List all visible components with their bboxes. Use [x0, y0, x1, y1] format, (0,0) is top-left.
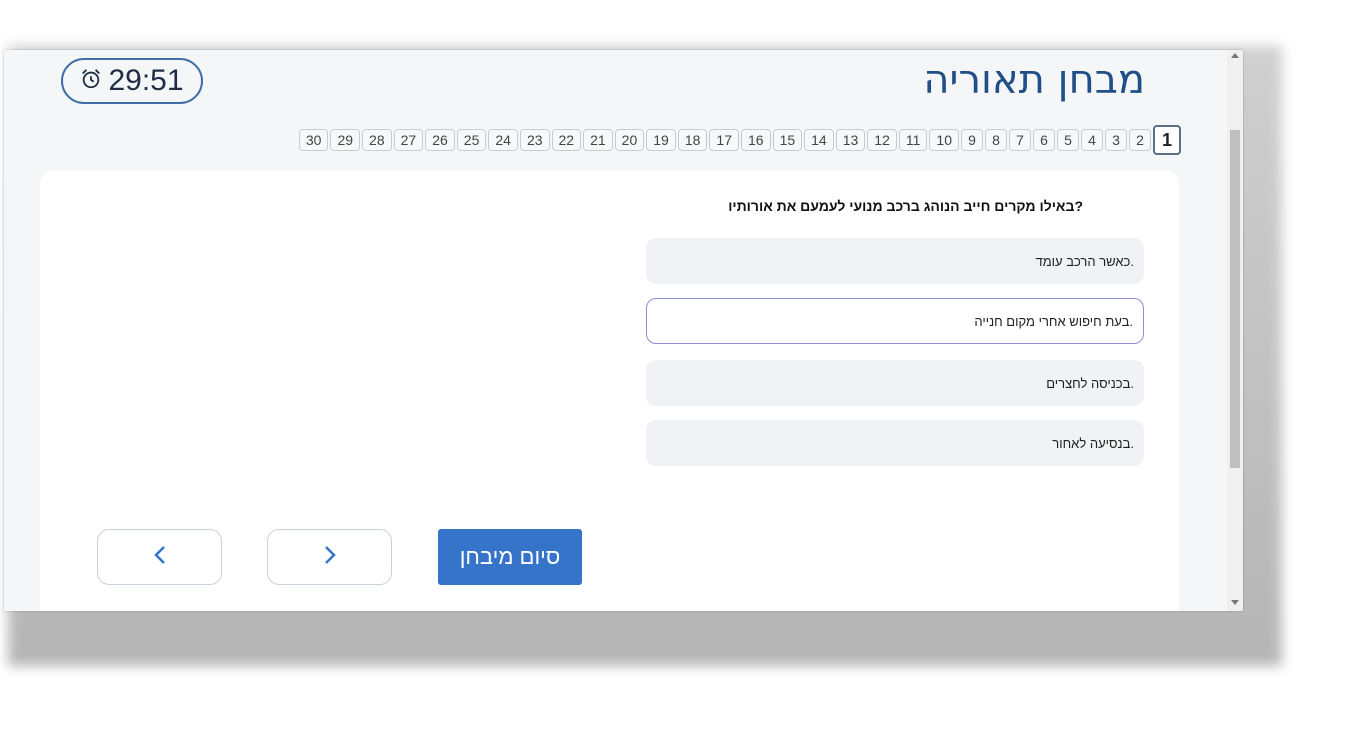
question-number-button[interactable]: 7: [1009, 129, 1031, 151]
vertical-scrollbar[interactable]: [1227, 50, 1243, 611]
question-number-button[interactable]: 13: [835, 129, 866, 151]
question-navigator: 1 2 3 4 5 6 7 8 9 10 11 12 13 14 15 16 17 18 19 20 21 22 23 24 2…: [28, 125, 1181, 155]
question-number-button[interactable]: 10: [929, 129, 959, 151]
answer-label: .כאשר הרכב עומד: [1035, 253, 1134, 269]
question-number-button[interactable]: 16: [740, 129, 771, 151]
chevron-left-icon: [153, 545, 167, 570]
question-number-button[interactable]: 19: [646, 129, 676, 151]
question-number-button[interactable]: 3: [1105, 129, 1127, 151]
question-number-button[interactable]: 25: [456, 129, 487, 151]
question-number-button[interactable]: 5: [1057, 129, 1079, 151]
answer-option-2[interactable]: .בעת חיפוש אחרי מקום חנייה: [646, 298, 1144, 344]
timer: 29:51: [61, 58, 203, 104]
question-number-button[interactable]: 17: [709, 129, 739, 151]
answer-option-1[interactable]: .כאשר הרכב עומד: [646, 238, 1144, 284]
scroll-thumb[interactable]: [1230, 130, 1240, 468]
finish-exam-button[interactable]: סיום מיבחן: [438, 529, 582, 585]
answer-label: .בעת חיפוש אחרי מקום חנייה: [974, 313, 1133, 329]
page-title: מבחן תאוריה: [923, 57, 1145, 103]
question-number-button[interactable]: 4: [1081, 129, 1103, 151]
timer-value: 29:51: [108, 64, 184, 97]
question-number-button[interactable]: 27: [393, 129, 424, 151]
question-number-button[interactable]: 8: [985, 129, 1007, 151]
question-text: ?באילו מקרים חייב הנוהג ברכב מנועי לעמעם…: [728, 198, 1083, 214]
chevron-right-icon: [323, 545, 337, 570]
question-number-button[interactable]: 28: [362, 129, 392, 151]
question-number-button[interactable]: 1: [1153, 125, 1181, 155]
question-number-button[interactable]: 22: [551, 129, 582, 151]
question-number-button[interactable]: 26: [425, 129, 455, 151]
question-card: ?באילו מקרים חייב הנוהג ברכב מנועי לעמעם…: [40, 170, 1179, 611]
answer-option-4[interactable]: .בנסיעה לאחור: [646, 420, 1144, 466]
question-number-button[interactable]: 29: [330, 129, 361, 151]
question-number-button[interactable]: 2: [1129, 129, 1151, 151]
question-number-button[interactable]: 9: [961, 129, 983, 151]
question-number-button[interactable]: 11: [898, 129, 928, 151]
question-number-button[interactable]: 15: [772, 129, 803, 151]
scroll-down-arrow-icon[interactable]: [1231, 600, 1239, 605]
question-number-button[interactable]: 20: [614, 129, 645, 151]
question-number-button[interactable]: 30: [298, 129, 329, 151]
question-number-button[interactable]: 24: [488, 129, 518, 151]
next-button[interactable]: [267, 529, 392, 585]
answer-label: .בנסיעה לאחור: [1052, 435, 1134, 451]
prev-button[interactable]: [97, 529, 222, 585]
question-number-button[interactable]: 14: [804, 129, 834, 151]
question-number-button[interactable]: 18: [677, 129, 708, 151]
exam-window: 29:51 מבחן תאוריה 1 2 3 4 5 6 7 8 9 10 11 12 13 14 15 1…: [4, 50, 1243, 611]
question-number-button[interactable]: 6: [1033, 129, 1055, 151]
question-number-button[interactable]: 12: [867, 129, 897, 151]
scroll-up-arrow-icon[interactable]: [1231, 53, 1239, 58]
alarm-clock-icon: [80, 64, 102, 98]
question-number-button[interactable]: 23: [519, 129, 550, 151]
answer-option-3[interactable]: .בכניסה לחצרים: [646, 360, 1144, 406]
question-number-button[interactable]: 21: [583, 129, 613, 151]
answer-label: .בכניסה לחצרים: [1046, 375, 1134, 391]
